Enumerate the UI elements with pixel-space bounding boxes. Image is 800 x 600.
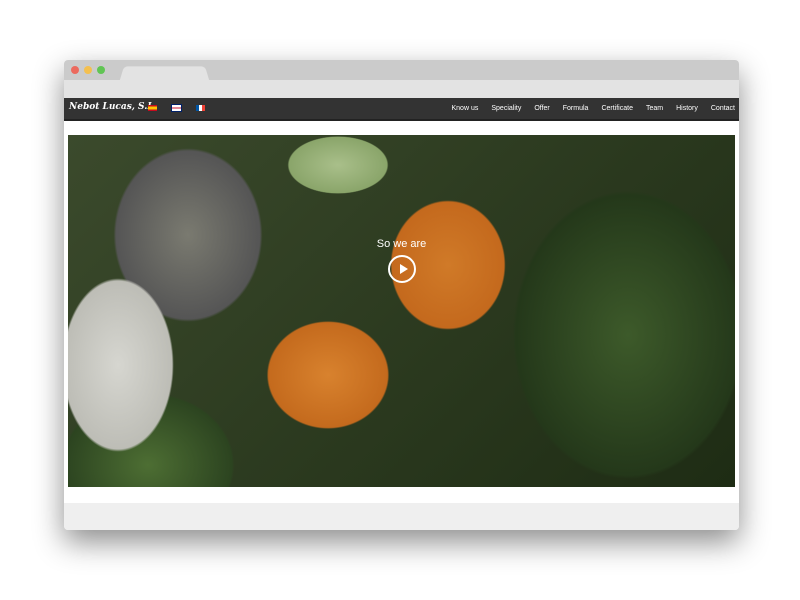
flag-es-icon[interactable]: [148, 105, 157, 111]
hero-video[interactable]: So we are: [68, 135, 735, 487]
maximize-window-button[interactable]: [97, 66, 105, 74]
site-navbar: Nebot Lucas, S.L Know us Speciality Offe…: [64, 98, 739, 121]
menu-team[interactable]: Team: [646, 105, 663, 112]
menu-formula[interactable]: Formula: [563, 105, 589, 112]
page-footer: [64, 503, 739, 530]
menu-certificate[interactable]: Certificate: [601, 105, 633, 112]
play-icon[interactable]: [387, 255, 416, 283]
title-bar: [64, 60, 739, 81]
hero-title: So we are: [376, 238, 427, 250]
minimize-window-button[interactable]: [84, 66, 92, 74]
flag-fr-icon[interactable]: [196, 105, 205, 111]
address-bar[interactable]: [64, 80, 739, 98]
browser-window: Nebot Lucas, S.L Know us Speciality Offe…: [64, 60, 739, 530]
main-menu: Know us Speciality Offer Formula Certifi…: [452, 98, 736, 119]
close-window-button[interactable]: [71, 66, 79, 74]
menu-speciality[interactable]: Speciality: [491, 105, 521, 112]
browser-tab[interactable]: [119, 66, 210, 81]
menu-history[interactable]: History: [676, 105, 698, 112]
menu-offer[interactable]: Offer: [534, 105, 549, 112]
flag-uk-icon[interactable]: [171, 104, 182, 112]
menu-contact[interactable]: Contact: [711, 105, 735, 112]
site-logo[interactable]: Nebot Lucas, S.L: [69, 102, 154, 112]
menu-know-us[interactable]: Know us: [452, 105, 479, 112]
